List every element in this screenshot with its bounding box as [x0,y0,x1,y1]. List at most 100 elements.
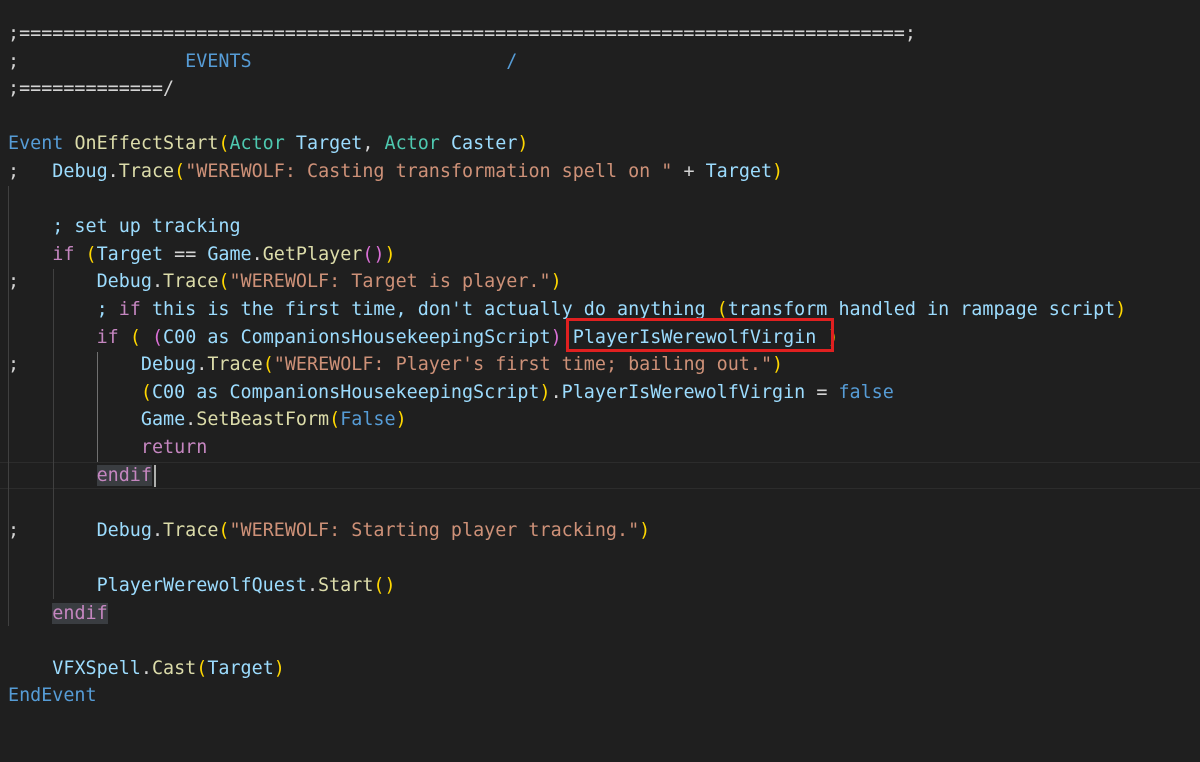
code-line[interactable]: ; Debug.Trace("WEREWOLF: Starting player… [8,517,650,545]
code-line[interactable]: return [8,434,207,462]
code-token: ( [262,354,274,376]
code-token: Debug [96,271,152,293]
code-token: == [163,243,208,265]
code-token: C00 [163,326,197,348]
code-line[interactable]: (C00 as CompanionsHousekeepingScript).Pl… [8,379,894,407]
code-token: "WEREWOLF: Casting transformation spell … [185,161,673,182]
code-line[interactable]: endif [8,462,152,490]
code-token: if [96,326,119,348]
code-line[interactable]: PlayerWerewolfQuest.Start() [8,572,396,600]
code-token: GetPlayer [262,243,363,265]
code-token: Game [140,409,186,431]
code-token: ( [196,657,208,679]
code-line[interactable]: Event OnEffectStart(Actor Target, Actor … [8,130,528,158]
code-line[interactable]: ; Debug.Trace("WEREWOLF: Casting transfo… [8,158,783,186]
code-token: () [362,243,385,265]
code-token: . [251,243,263,265]
code-token: ( [151,326,164,348]
code-token: Start [318,575,374,596]
code-token: Game [207,243,252,265]
code-token: EndEvent [8,685,97,707]
code-line[interactable]: Game.SetBeastForm(False) [8,406,407,434]
code-token: EVENTS [19,50,252,72]
annotation-highlight-box [566,318,834,352]
code-token: Trace [207,354,263,376]
code-token: ) [550,271,562,293]
code-token: VFXSpell [52,657,141,679]
code-token: ( [329,409,341,431]
code-token: Debug [140,354,197,376]
code-token: + [672,161,706,182]
code-token: CompanionsHousekeepingScript [240,326,551,348]
code-token: if [118,299,141,320]
code-line[interactable]: ; Debug.Trace("WEREWOLF: Target is playe… [8,268,562,296]
code-token: ) [772,161,784,182]
code-token: . [306,575,319,596]
code-token: SetBeastForm [196,409,330,431]
code-token: Target [705,161,773,182]
code-line[interactable]: ; set up tracking [8,213,241,241]
code-token: ; [8,519,97,541]
code-line[interactable]: VFXSpell.Cast(Target) [8,655,285,683]
code-token: , [362,133,385,155]
code-token: Debug [52,161,108,182]
code-token: Event [8,133,64,155]
code-token: as [196,326,241,348]
code-token: if [52,243,75,265]
code-line[interactable]: endif [8,600,108,628]
code-token: ( [716,299,728,320]
code-token: . [151,271,164,293]
code-token: Caster [450,133,518,155]
code-token: Target [96,243,164,265]
code-token: return [140,437,208,458]
code-line[interactable]: ; Debug.Trace("WEREWOLF: Player's first … [8,351,783,379]
code-token: Trace [118,161,175,182]
code-token: Trace [163,271,219,293]
code-token: . [107,161,119,182]
code-token: transform handled in rampage script [727,299,1116,320]
code-token: false [838,381,894,403]
code-token: ; [8,271,97,293]
code-token: False [340,409,396,431]
code-token: . [196,354,208,376]
code-token: C00 [151,381,186,403]
code-token: ) [384,243,396,265]
code-token: / [251,50,518,72]
code-token: ; [8,50,20,72]
code-token: ( [174,161,186,182]
code-token: ; set up tracking [8,216,241,238]
code-token: ) [772,354,784,376]
code-token: ( [218,271,230,293]
code-line[interactable]: ;=============/ [8,75,174,103]
code-token: Actor [229,133,285,155]
code-line[interactable]: ;=======================================… [8,20,916,48]
code-token: "WEREWOLF: Target is player." [229,271,551,293]
text-cursor [154,465,156,487]
code-token: Target [295,133,363,155]
code-token: ) [539,381,551,403]
code-token: ; [8,299,119,320]
code-line[interactable]: ; EVENTS / [8,48,517,76]
code-token: ( [218,133,230,155]
code-token: Cast [151,657,197,679]
code-line[interactable]: if (Target == Game.GetPlayer()) [8,241,396,269]
code-token: ) [273,657,285,679]
code-line[interactable]: EndEvent [8,682,97,710]
code-token: Actor [384,133,440,155]
code-token: ;=============/ [8,78,175,100]
current-line-highlight [0,462,1200,489]
code-editor[interactable]: ;=======================================… [0,0,1200,762]
code-token: . [550,381,562,403]
